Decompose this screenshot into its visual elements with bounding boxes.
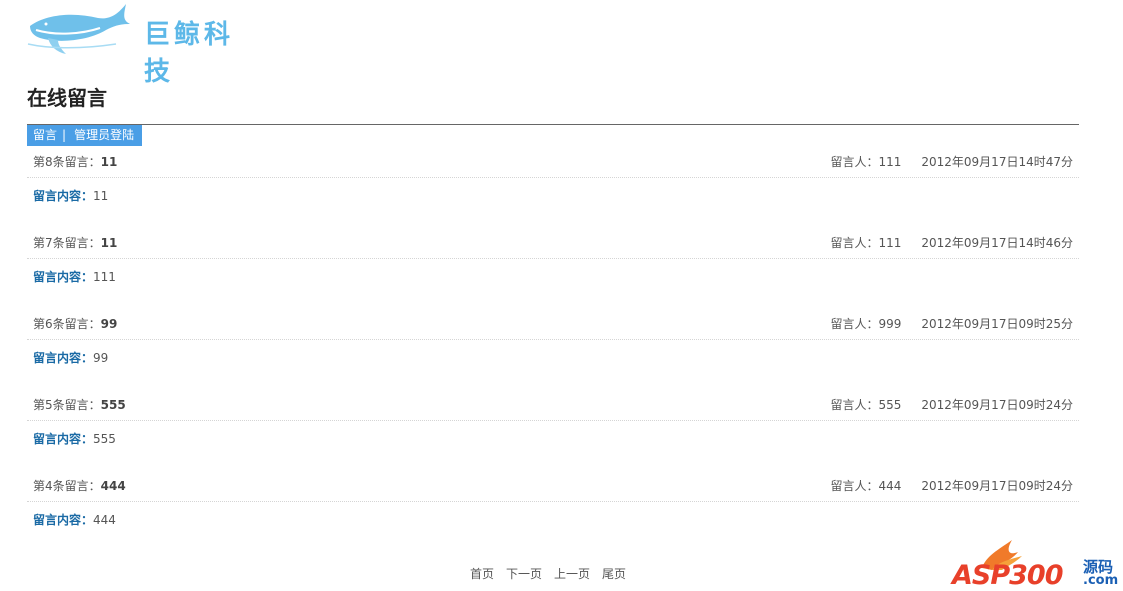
pagination: 首页 下一页 上一页 尾页 [470,565,638,582]
site-logo[interactable]: 巨鲸科技 [26,0,246,87]
message-header: 第7条留言：11 留言人：111 2012年09月17日14时46分 [27,228,1079,259]
message-number-label: 第5条留言： [33,398,101,412]
message-number-label: 第7条留言： [33,236,101,250]
message-number: 第8条留言：11 [33,153,117,170]
author-label: 留言人： [830,236,879,250]
message-meta: 留言人：999 2012年09月17日09时25分 [830,315,1073,332]
message-author: 留言人：444 [830,479,901,493]
message-number: 第5条留言：555 [33,396,126,413]
message-title: 444 [100,479,126,493]
message-content: 留言内容：555 [33,430,116,447]
message-content: 留言内容：99 [33,349,108,366]
message-meta: 留言人：111 2012年09月17日14时46分 [830,234,1073,251]
message-meta: 留言人：111 2012年09月17日14时47分 [830,153,1073,170]
message-header: 第5条留言：555 留言人：555 2012年09月17日09时24分 [27,390,1079,421]
message-content: 留言内容：111 [33,268,116,285]
content-value: 444 [93,513,116,527]
message-body: 留言内容：444 [27,502,1079,532]
author-label: 留言人： [830,398,879,412]
message-body: 留言内容：111 [27,259,1079,289]
author-value: 111 [878,236,902,250]
watermark-domain-text: .com [1083,573,1119,588]
message-header: 第8条留言：11 留言人：111 2012年09月17日14时47分 [27,147,1079,178]
message-number: 第7条留言：11 [33,234,117,251]
message-author: 留言人：555 [830,398,901,412]
nav-link-admin-login[interactable]: 管理员登陆 [74,128,134,142]
content-value: 11 [93,189,109,203]
message-author: 留言人：999 [830,317,901,331]
message-datetime: 2012年09月17日09时24分 [921,479,1073,493]
watermark-main-text: ASP300 [952,560,1063,591]
message-title: 11 [100,236,118,250]
content-value: 555 [93,432,116,446]
asp300-watermark: ASP300 源码 .com [952,538,1119,591]
author-label: 留言人： [830,155,879,169]
author-value: 444 [878,479,902,493]
message-header: 第4条留言：444 留言人：444 2012年09月17日09时24分 [27,471,1079,502]
message-number-label: 第8条留言： [33,155,101,169]
content-value: 111 [93,270,116,284]
message-meta: 留言人：444 2012年09月17日09时24分 [830,477,1073,494]
author-value: 555 [878,398,902,412]
message-entry: 第7条留言：11 留言人：111 2012年09月17日14时46分 留言内容：1… [27,228,1079,309]
message-datetime: 2012年09月17日09时24分 [921,398,1073,412]
message-body: 留言内容：11 [27,178,1079,208]
author-label: 留言人： [830,317,879,331]
whale-icon [27,4,130,54]
message-body: 留言内容：99 [27,340,1079,370]
message-datetime: 2012年09月17日14时46分 [921,236,1073,250]
content-label: 留言内容： [33,432,94,446]
author-value: 999 [878,317,902,331]
nav-link-guestbook[interactable]: 留言 [33,128,57,142]
message-number: 第4条留言：444 [33,477,126,494]
title-divider [27,124,1079,125]
content-label: 留言内容： [33,351,94,365]
nav-bar: 留言 | 管理员登陆 [27,125,143,146]
content-label: 留言内容： [33,189,94,203]
content-label: 留言内容： [33,513,94,527]
message-number-label: 第6条留言： [33,317,101,331]
page-title: 在线留言 [27,86,107,110]
message-list: 第8条留言：11 留言人：111 2012年09月17日14时47分 留言内容：1… [27,147,1079,552]
message-title: 555 [100,398,126,412]
author-label: 留言人： [830,479,879,493]
content-value: 99 [93,351,109,365]
message-entry: 第8条留言：11 留言人：111 2012年09月17日14时47分 留言内容：1… [27,147,1079,228]
message-number-label: 第4条留言： [33,479,101,493]
message-header: 第6条留言：99 留言人：999 2012年09月17日09时25分 [27,309,1079,340]
nav-separator: | [62,128,67,142]
message-content: 留言内容：11 [33,187,108,204]
message-datetime: 2012年09月17日14时47分 [921,155,1073,169]
pager-first[interactable]: 首页 [470,567,494,581]
logo-text: 巨鲸科技 [144,20,235,87]
message-body: 留言内容：555 [27,421,1079,451]
message-title: 99 [100,317,118,331]
message-entry: 第5条留言：555 留言人：555 2012年09月17日09时24分 留言内容：… [27,390,1079,471]
pager-last[interactable]: 尾页 [602,567,626,581]
message-entry: 第4条留言：444 留言人：444 2012年09月17日09时24分 留言内容：… [27,471,1079,552]
message-meta: 留言人：555 2012年09月17日09时24分 [830,396,1073,413]
message-author: 留言人：111 [830,155,901,169]
author-value: 111 [878,155,902,169]
message-content: 留言内容：444 [33,511,116,528]
message-author: 留言人：111 [830,236,901,250]
pager-prev[interactable]: 上一页 [554,567,590,581]
pager-next[interactable]: 下一页 [506,567,542,581]
content-label: 留言内容： [33,270,94,284]
message-number: 第6条留言：99 [33,315,117,332]
message-entry: 第6条留言：99 留言人：999 2012年09月17日09时25分 留言内容：9… [27,309,1079,390]
message-datetime: 2012年09月17日09时25分 [921,317,1073,331]
message-title: 11 [100,155,118,169]
